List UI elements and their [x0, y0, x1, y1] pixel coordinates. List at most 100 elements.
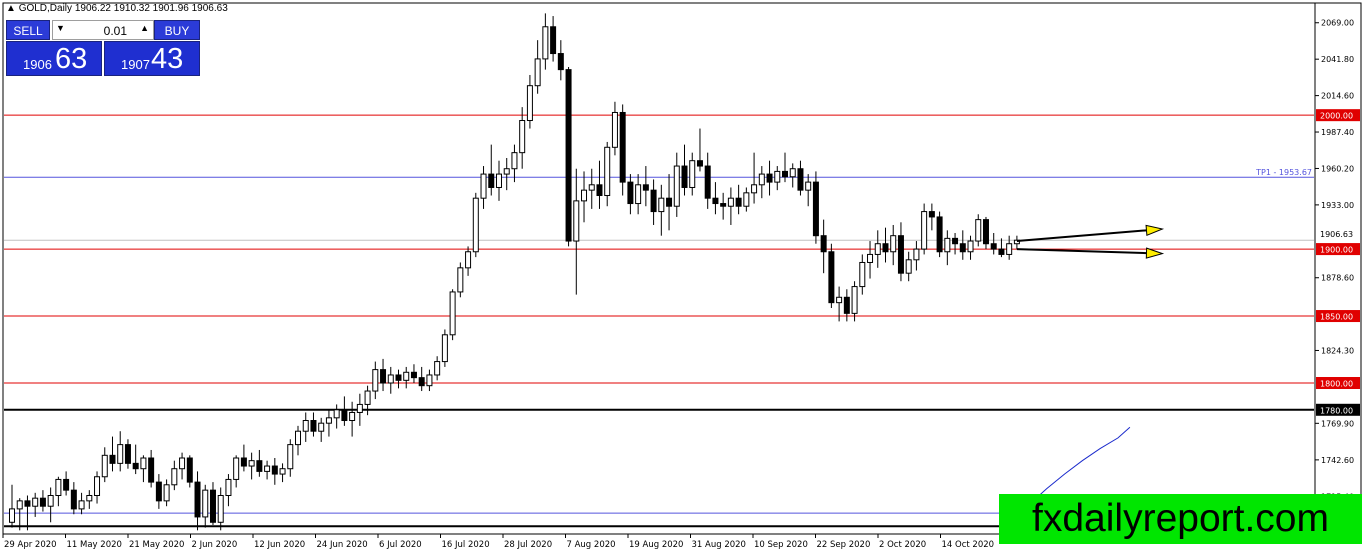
candle-body-68 — [534, 58, 541, 87]
candle-body-32 — [256, 460, 263, 472]
x-tick-label-7: 16 Jul 2020 — [442, 540, 490, 550]
x-tick-label-6: 6 Jul 2020 — [379, 540, 422, 550]
candle-body-34 — [271, 465, 278, 475]
candle-body-116 — [905, 259, 912, 274]
buy-price-pips: 43 — [151, 43, 184, 75]
candle-body-2 — [24, 500, 31, 507]
candle-body-38 — [302, 420, 309, 432]
candle-body-101 — [789, 168, 796, 178]
candle-body-16 — [132, 462, 139, 470]
candle-body-105 — [820, 235, 827, 253]
axis-border — [1314, 2, 1362, 535]
candle-body-21 — [171, 468, 178, 486]
candle-body-39 — [310, 420, 317, 432]
candle-body-103 — [805, 181, 812, 191]
candle-body-121 — [944, 237, 951, 253]
candle-body-80 — [627, 181, 634, 205]
candle-body-117 — [913, 248, 920, 261]
candle-body-93 — [727, 197, 734, 207]
candle-body-15 — [124, 444, 131, 464]
candle-body-67 — [526, 85, 533, 122]
candle-body-125 — [975, 219, 982, 242]
chart-header: ▲ GOLD,Daily 1906.22 1910.32 1901.96 190… — [6, 3, 228, 14]
buy-price-main: 1907 — [121, 57, 150, 72]
candle-body-27 — [217, 495, 224, 523]
level-tag-2: 1900.00 — [1320, 246, 1353, 255]
candle-body-54 — [426, 374, 433, 387]
candle-body-81 — [635, 184, 642, 205]
candle-body-5 — [47, 495, 54, 507]
candle-body-110 — [859, 261, 866, 288]
candle-body-94 — [735, 197, 742, 207]
candle-body-55 — [434, 361, 441, 376]
x-tick-label-8: 28 Jul 2020 — [504, 540, 552, 550]
candle-body-88 — [689, 160, 696, 188]
candle-body-25 — [202, 489, 209, 518]
candle-body-74 — [581, 189, 588, 202]
candle-body-20 — [163, 484, 170, 502]
candle-body-118 — [921, 211, 928, 250]
chart-window: TP1 - 1953.67End - 1702.84 2000.001900.0… — [0, 0, 1362, 554]
candle-body-52 — [410, 371, 417, 379]
candle-body-97 — [758, 173, 765, 186]
candle-body-50 — [395, 374, 402, 381]
candle-body-123 — [959, 243, 966, 253]
y-tick-label-5: 1933.00 — [1321, 201, 1354, 210]
candle-body-22 — [179, 457, 186, 470]
x-tick-label-5: 24 Jun 2020 — [317, 540, 368, 550]
buy-price[interactable]: 1907 43 — [104, 41, 200, 76]
x-tick-label-15: 14 Oct 2020 — [942, 540, 995, 550]
candle-body-127 — [990, 243, 997, 250]
sell-button[interactable]: SELL — [6, 20, 50, 40]
candle-body-58 — [457, 267, 464, 293]
candle-body-3 — [32, 497, 39, 507]
candle-body-56 — [441, 334, 448, 363]
candle-body-104 — [812, 181, 819, 237]
candle-body-35 — [279, 468, 286, 475]
candle-body-70 — [550, 26, 557, 55]
lot-size-field[interactable]: ▼ 0.01 ▲ — [52, 20, 154, 40]
candle-body-63 — [495, 173, 502, 188]
candle-body-4 — [39, 497, 46, 507]
y-tick-label-8: 1769.90 — [1321, 419, 1354, 428]
level-tag-0: 2000.00 — [1320, 112, 1353, 121]
candle-body-8 — [70, 489, 77, 510]
candle-body-82 — [642, 184, 649, 191]
lot-increase-icon[interactable]: ▲ — [140, 23, 149, 33]
y-tick-label-0: 2069.00 — [1321, 19, 1354, 28]
candle-body-26 — [209, 489, 216, 523]
candle-body-14 — [117, 444, 124, 464]
candle-body-71 — [557, 53, 564, 71]
lot-decrease-icon[interactable]: ▼ — [56, 23, 65, 33]
y-tick-label-7: 1824.30 — [1321, 346, 1354, 355]
x-tick-label-1: 11 May 2020 — [67, 540, 122, 550]
x-tick-label-2: 21 May 2020 — [129, 540, 184, 550]
lot-value[interactable]: 0.01 — [104, 24, 127, 38]
candle-body-13 — [109, 454, 116, 464]
ohlc-label: 1906.22 1910.32 1901.96 1906.63 — [74, 3, 228, 14]
level-tag-4: 1800.00 — [1320, 380, 1353, 389]
candle-body-69 — [542, 26, 549, 60]
candle-body-100 — [782, 170, 788, 178]
buy-button[interactable]: BUY — [154, 20, 200, 40]
candle-body-24 — [194, 481, 201, 518]
candle-body-29 — [233, 457, 240, 480]
candle-body-40 — [318, 422, 325, 432]
candle-body-72 — [565, 69, 572, 242]
x-tick-label-4: 12 Jun 2020 — [254, 540, 305, 550]
candle-body-61 — [480, 173, 487, 199]
candle-body-109 — [851, 286, 858, 314]
candle-body-9 — [78, 500, 85, 510]
level-tag-5: 1780.00 — [1320, 406, 1353, 415]
sell-price[interactable]: 1906 63 — [6, 41, 102, 76]
candle-body-42 — [333, 409, 340, 419]
candle-body-36 — [287, 444, 294, 470]
y-tick-label-4: 1960.20 — [1321, 164, 1354, 173]
candle-body-10 — [86, 495, 93, 502]
y-tick-label-9: 1742.60 — [1321, 456, 1354, 465]
watermark: fxdailyreport.com — [999, 494, 1362, 544]
collapse-icon[interactable]: ▲ — [6, 3, 16, 14]
candle-body-6 — [55, 478, 62, 497]
candle-body-48 — [380, 369, 387, 384]
x-tick-label-12: 10 Sep 2020 — [754, 540, 808, 550]
